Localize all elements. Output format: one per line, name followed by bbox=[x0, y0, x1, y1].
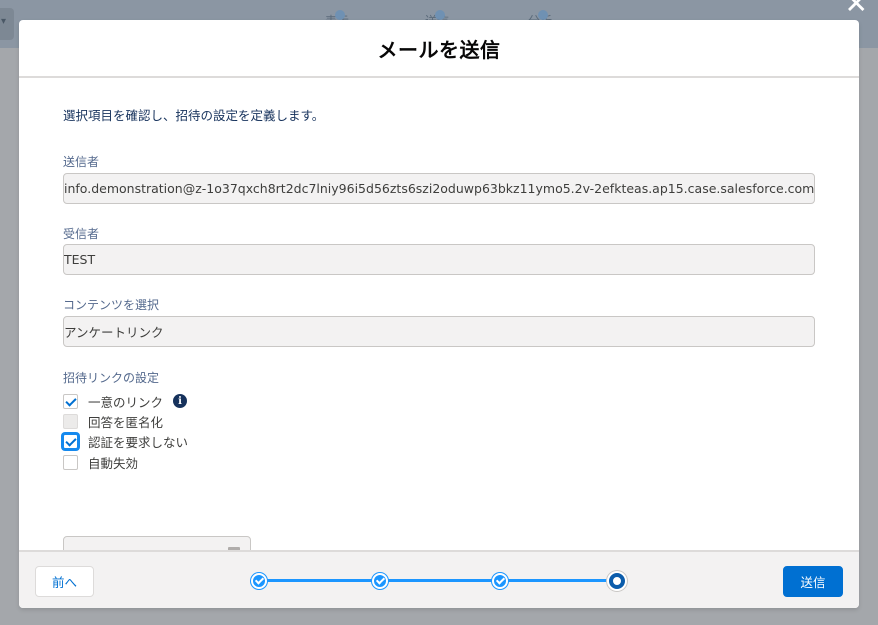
option-anonymize: 回答を匿名化 bbox=[63, 412, 163, 430]
option-unique-link[interactable]: 一意のリンク i bbox=[63, 392, 188, 410]
chevron-down-icon: ▾ bbox=[1, 16, 7, 27]
step-dot-icon bbox=[435, 10, 445, 20]
progress-bar bbox=[259, 579, 619, 582]
option-auto-expire[interactable]: 自動失効 bbox=[63, 453, 138, 471]
invite-settings-label: 招待リンクの設定 bbox=[63, 371, 160, 385]
progress-step-1[interactable] bbox=[251, 573, 267, 589]
option-no-auth[interactable]: 認証を要求しない bbox=[63, 432, 188, 450]
content-field: アンケートリンク bbox=[63, 316, 815, 347]
sender-value: info.demonstration@z-1o37qxch8rt2dc7lniy… bbox=[64, 181, 815, 196]
step-dot-icon bbox=[538, 10, 548, 20]
step-dot-icon bbox=[335, 10, 345, 20]
no-auth-checkbox[interactable] bbox=[63, 433, 78, 449]
auto-expire-label: 自動失効 bbox=[88, 455, 139, 471]
auto-expire-checkbox[interactable] bbox=[63, 454, 78, 470]
progress-step-4[interactable] bbox=[609, 573, 625, 589]
content-value: アンケートリンク bbox=[64, 325, 164, 340]
modal-title: メールを送信 bbox=[377, 37, 501, 62]
anonymize-checkbox bbox=[63, 413, 78, 429]
no-auth-label: 認証を要求しない bbox=[88, 434, 189, 450]
unique-link-checkbox[interactable] bbox=[63, 393, 78, 409]
sender-field: info.demonstration@z-1o37qxch8rt2dc7lniy… bbox=[63, 173, 815, 204]
send-email-modal: メールを送信 選択項目を確認し、招待の設定を定義します。 送信者 info.de… bbox=[19, 20, 859, 608]
anonymize-label: 回答を匿名化 bbox=[88, 414, 164, 430]
unique-link-label: 一意のリンク bbox=[88, 394, 164, 410]
recipient-value: TEST bbox=[64, 252, 96, 267]
recipient-field: TEST bbox=[63, 244, 815, 275]
intro-text: 選択項目を確認し、招待の設定を定義します。 bbox=[63, 108, 325, 123]
modal-footer: 前へ 送信 bbox=[19, 550, 859, 608]
send-button[interactable]: 送信 bbox=[783, 566, 843, 597]
previous-button[interactable]: 前へ bbox=[35, 566, 94, 597]
modal-body: 選択項目を確認し、招待の設定を定義します。 送信者 info.demonstra… bbox=[19, 78, 859, 568]
recipient-label: 受信者 bbox=[63, 227, 100, 241]
close-icon[interactable]: ✕ bbox=[845, 0, 868, 18]
progress-step-3[interactable] bbox=[492, 573, 508, 589]
info-icon[interactable]: i bbox=[173, 394, 188, 408]
modal-header: メールを送信 bbox=[19, 20, 859, 78]
background-menu-button: ▾ bbox=[0, 8, 14, 40]
sender-label: 送信者 bbox=[63, 155, 100, 169]
progress-indicator bbox=[251, 573, 629, 589]
content-label: コンテンツを選択 bbox=[63, 298, 160, 312]
progress-step-2[interactable] bbox=[372, 573, 388, 589]
